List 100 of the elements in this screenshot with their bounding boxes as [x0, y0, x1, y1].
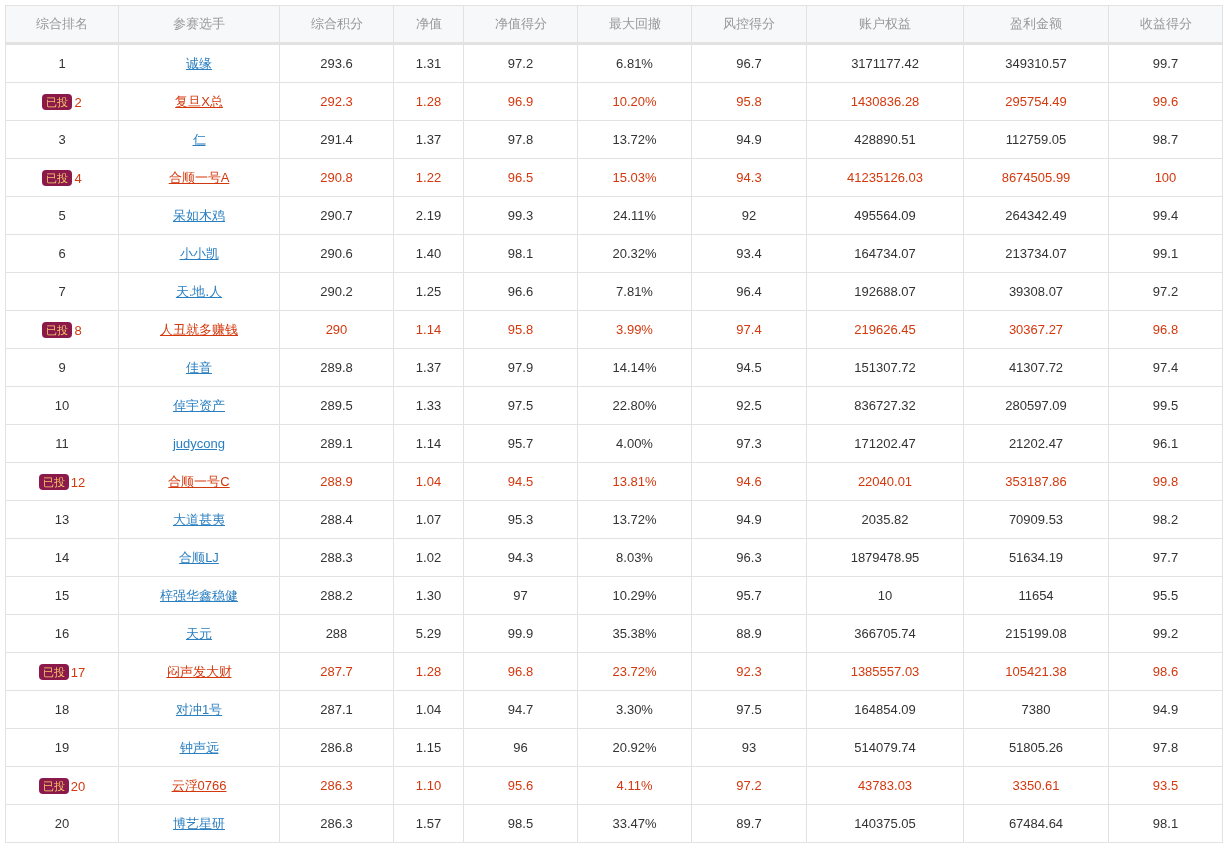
- player-link[interactable]: 倬宇资产: [173, 397, 225, 413]
- player-link[interactable]: 钟声远: [179, 739, 219, 755]
- table-cell: 1.30: [393, 576, 464, 615]
- rank-number: 4: [74, 170, 82, 186]
- table-cell: 98.2: [1108, 500, 1223, 539]
- player-link[interactable]: 人丑就多赚钱: [160, 321, 238, 337]
- rank-cell: 10: [5, 386, 119, 425]
- table-cell: 97.2: [463, 43, 578, 83]
- table-cell: 219626.45: [806, 310, 964, 349]
- table-cell: 1.10: [393, 766, 464, 805]
- player-link[interactable]: 对冲1号: [175, 701, 223, 717]
- table-cell: 1.28: [393, 82, 464, 121]
- table-cell: 94.3: [691, 158, 807, 197]
- table-cell: 164734.07: [806, 234, 964, 273]
- table-cell: 94.9: [1108, 690, 1223, 729]
- player-link[interactable]: 复旦X总: [175, 93, 223, 109]
- table-cell: 514079.74: [806, 728, 964, 767]
- table-cell: 51805.26: [963, 728, 1109, 767]
- table-cell: 95.3: [463, 500, 578, 539]
- player-link[interactable]: 仁: [192, 131, 206, 147]
- column-header: 风控得分: [691, 5, 807, 44]
- table-cell: 6.81%: [577, 43, 692, 83]
- table-cell: 95.7: [463, 424, 578, 463]
- table-cell: 289.8: [279, 348, 394, 387]
- table-cell: 3350.61: [963, 766, 1109, 805]
- rank-number: 12: [70, 474, 86, 490]
- player-link[interactable]: 佳音: [186, 359, 212, 375]
- invested-badge: 已投: [42, 169, 73, 186]
- player-link[interactable]: 合顺LJ: [179, 549, 219, 565]
- table-cell: 5.29: [393, 614, 464, 653]
- table-cell: 213734.07: [963, 234, 1109, 273]
- table-cell: 4.00%: [577, 424, 692, 463]
- rank-cell: 15: [5, 576, 119, 615]
- table-cell: 1.15: [393, 728, 464, 767]
- player-link[interactable]: 诚缘: [186, 55, 212, 71]
- invested-badge: 已投: [38, 663, 69, 680]
- rank-cell: 1: [5, 43, 119, 83]
- table-cell: 89.7: [691, 804, 807, 843]
- player-link[interactable]: 小小凯: [179, 245, 219, 261]
- player-link[interactable]: 博艺星研: [173, 815, 225, 831]
- player-link[interactable]: 大道甚夷: [173, 511, 225, 527]
- rank-cell: 7: [5, 272, 119, 311]
- table-cell: 7380: [963, 690, 1109, 729]
- table-cell: 1.25: [393, 272, 464, 311]
- table-cell: 43783.03: [806, 766, 964, 805]
- table-cell: 3171177.42: [806, 43, 964, 83]
- table-cell: 13.81%: [577, 462, 692, 501]
- table-cell: 1.40: [393, 234, 464, 273]
- table-cell: 92.3: [691, 652, 807, 691]
- table-cell: 93: [691, 728, 807, 767]
- table-cell: 290.2: [279, 272, 394, 311]
- column-header: 账户权益: [806, 5, 964, 44]
- table-cell: 14.14%: [577, 348, 692, 387]
- player-link[interactable]: 合顺一号A: [168, 169, 230, 185]
- rank-cell: 6: [5, 234, 119, 273]
- table-cell: 98.5: [463, 804, 578, 843]
- rank-cell: 18: [5, 690, 119, 729]
- table-cell: 105421.38: [963, 652, 1109, 691]
- table-cell: 8.03%: [577, 538, 692, 577]
- table-cell: 30367.27: [963, 310, 1109, 349]
- table-cell: 286.3: [279, 804, 394, 843]
- table-cell: 99.6: [1108, 82, 1223, 121]
- table-cell: 10.29%: [577, 576, 692, 615]
- player-link[interactable]: 天元: [186, 625, 212, 641]
- table-cell: 4.11%: [577, 766, 692, 805]
- table-cell: 290.8: [279, 158, 394, 197]
- rank-cell: 13: [5, 500, 119, 539]
- table-cell: 99.3: [463, 196, 578, 235]
- table-cell: 94.5: [691, 348, 807, 387]
- player-link[interactable]: 天.地.人: [175, 283, 223, 299]
- table-cell: 97.8: [463, 120, 578, 159]
- player-link[interactable]: judycong: [172, 436, 225, 451]
- player-link[interactable]: 云浮0766: [171, 777, 227, 793]
- table-cell: 51634.19: [963, 538, 1109, 577]
- table-cell: 33.47%: [577, 804, 692, 843]
- table-cell: 93.5: [1108, 766, 1223, 805]
- table-cell: 8674505.99: [963, 158, 1109, 197]
- table-cell: 1.07: [393, 500, 464, 539]
- player-link[interactable]: 梓强华鑫稳健: [160, 587, 238, 603]
- invested-badge: 已投: [38, 473, 69, 490]
- player-link[interactable]: 闷声发大财: [166, 663, 232, 679]
- table-cell: 99.1: [1108, 234, 1223, 273]
- table-cell: 97.8: [1108, 728, 1223, 767]
- table-cell: 287.1: [279, 690, 394, 729]
- rank-number: 20: [70, 778, 86, 794]
- table-cell: 11654: [963, 576, 1109, 615]
- table-cell: 140375.05: [806, 804, 964, 843]
- rank-cell: 9: [5, 348, 119, 387]
- table-cell: 22.80%: [577, 386, 692, 425]
- player-link[interactable]: 合顺一号C: [168, 473, 230, 489]
- table-cell: 98.1: [463, 234, 578, 273]
- table-cell: 96.7: [691, 43, 807, 83]
- table-cell: 288: [279, 614, 394, 653]
- column-header: 净值得分: [463, 5, 578, 44]
- table-cell: 94.9: [691, 500, 807, 539]
- invested-badge: 已投: [42, 93, 73, 110]
- table-cell: 280597.09: [963, 386, 1109, 425]
- table-cell: 10: [806, 576, 964, 615]
- table-cell: 99.7: [1108, 43, 1223, 83]
- player-link[interactable]: 呆如木鸡: [173, 207, 225, 223]
